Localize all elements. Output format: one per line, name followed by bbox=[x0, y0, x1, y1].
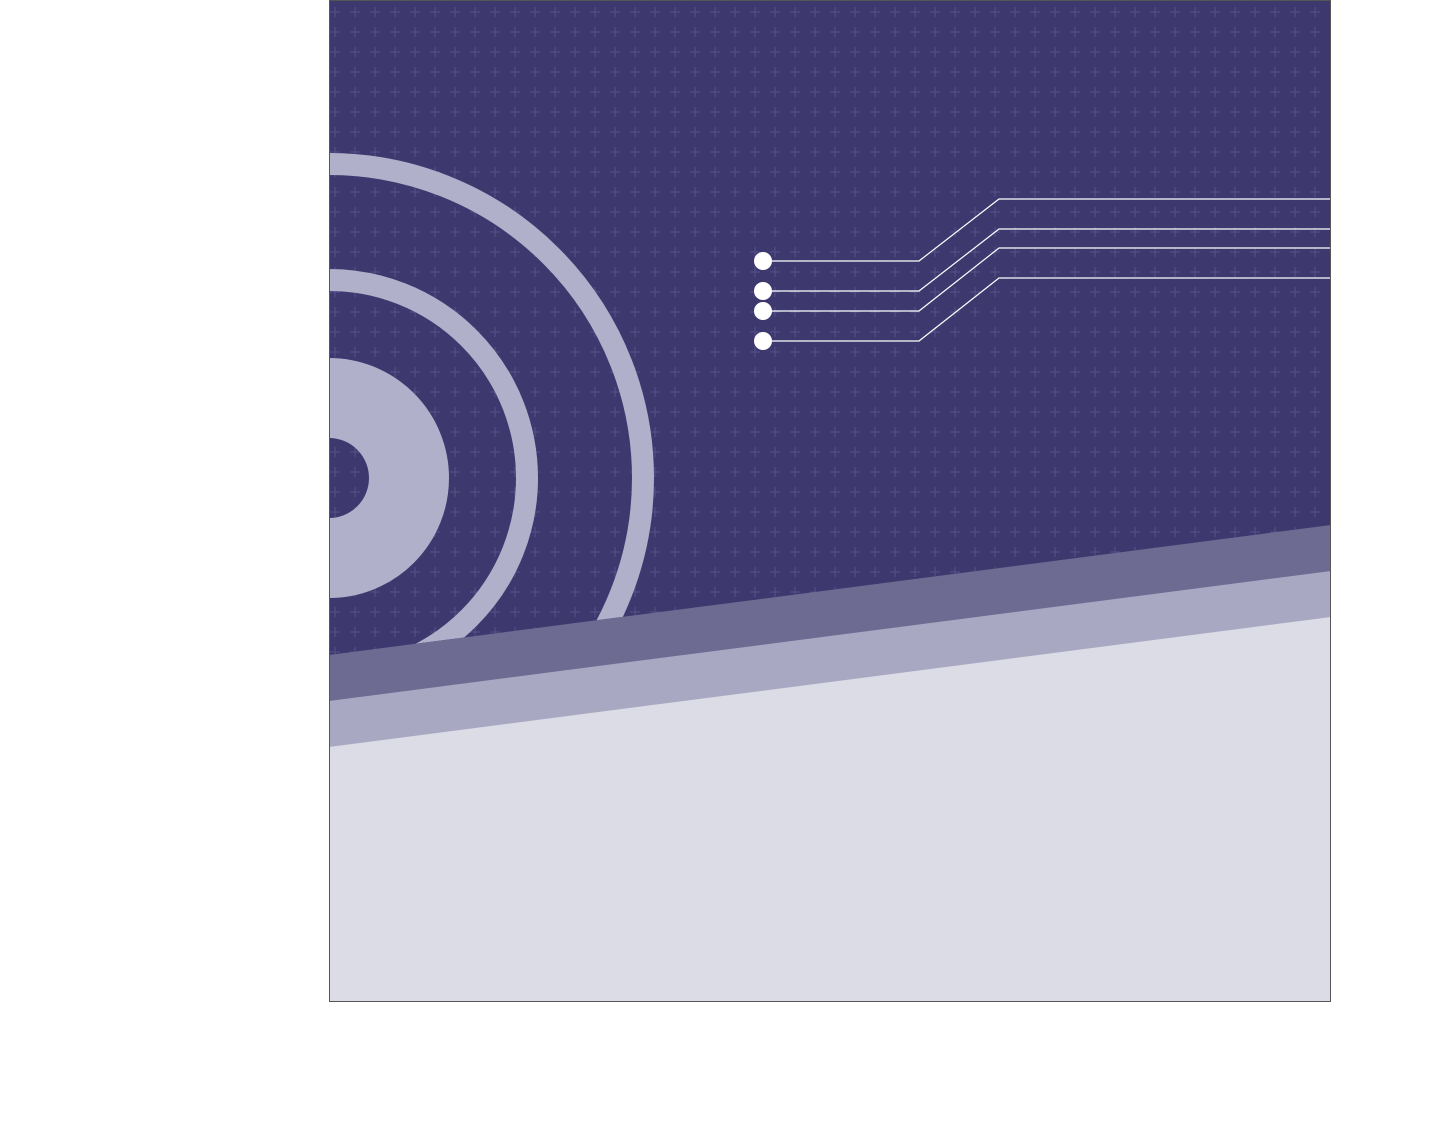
connector-node-icon bbox=[754, 302, 772, 320]
cover-artboard bbox=[329, 0, 1331, 1002]
cover-graphic bbox=[329, 0, 1331, 1002]
connector-node-icon bbox=[754, 252, 772, 270]
connector-node-icon bbox=[754, 332, 772, 350]
connector-node-icon bbox=[754, 282, 772, 300]
page-canvas bbox=[0, 0, 1443, 1136]
